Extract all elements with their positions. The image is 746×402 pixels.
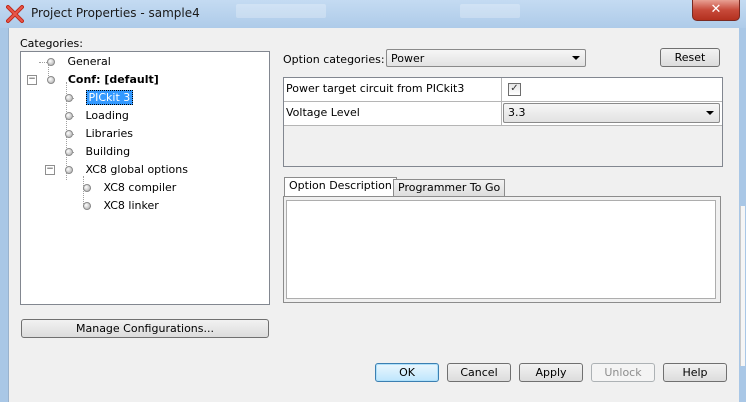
option-categories-label: Option categories:: [283, 53, 385, 66]
dialog-content: Categories: General − Conf: [default] PI…: [8, 28, 739, 402]
property-name: Power target circuit from PICkit3: [286, 82, 465, 95]
property-table: Power target circuit from PICkit3 ✓ Volt…: [283, 77, 723, 167]
option-description-text: [286, 200, 716, 299]
bullet-icon: [65, 148, 73, 156]
help-button[interactable]: Help: [663, 363, 727, 382]
tree-item-conf-default[interactable]: Conf: [default]: [47, 72, 159, 88]
tree-item-building[interactable]: Building: [65, 144, 130, 160]
categories-label: Categories:: [20, 37, 83, 50]
property-row-voltage-level: Voltage Level 3.3: [284, 102, 722, 126]
tree-item-label: General: [67, 55, 111, 68]
tree-item-xc8-global-options[interactable]: XC8 global options: [65, 162, 188, 178]
tree-item-label: XC8 linker: [103, 199, 159, 212]
tab-programmer-to-go[interactable]: Programmer To Go: [393, 179, 506, 197]
bullet-icon: [65, 130, 73, 138]
tree-item-label: Conf: [default]: [67, 73, 159, 86]
tree-item-label: Building: [85, 145, 131, 158]
title-bar: Project Properties - sample4 ✕: [0, 0, 746, 28]
bullet-icon: [65, 112, 73, 120]
bullet-icon: [65, 166, 73, 174]
option-categories-dropdown[interactable]: Power: [386, 49, 586, 67]
unlock-button[interactable]: Unlock: [591, 363, 655, 382]
bullet-icon: [83, 184, 91, 192]
tree-item-pickit3[interactable]: PICkit 3: [65, 90, 134, 106]
window-title: Project Properties - sample4: [31, 6, 200, 20]
app-icon: [6, 5, 24, 23]
tree-item-xc8-compiler[interactable]: XC8 compiler: [83, 180, 176, 196]
tree-item-label: Loading: [85, 109, 129, 122]
tree-item-libraries[interactable]: Libraries: [65, 126, 133, 142]
tree-item-label: PICkit 3: [85, 90, 134, 105]
voltage-level-dropdown[interactable]: 3.3: [503, 103, 720, 123]
tree-item-label: Libraries: [85, 127, 134, 140]
bullet-icon: [47, 58, 55, 66]
bullet-icon: [47, 76, 55, 84]
bullet-icon: [65, 94, 73, 102]
property-name: Voltage Level: [286, 106, 360, 119]
apply-button[interactable]: Apply: [519, 363, 583, 382]
background-window-ghost: [236, 4, 326, 18]
cancel-button[interactable]: Cancel: [447, 363, 511, 382]
bullet-icon: [83, 202, 91, 210]
close-button[interactable]: ✕: [692, 0, 740, 21]
tree-item-label: XC8 global options: [85, 163, 188, 176]
ok-button[interactable]: OK: [375, 363, 439, 382]
categories-tree[interactable]: General − Conf: [default] PICkit 3 Loadi…: [20, 51, 270, 305]
tree-item-general[interactable]: General: [47, 54, 111, 70]
tree-item-xc8-linker[interactable]: XC8 linker: [83, 198, 159, 214]
chevron-down-icon: [706, 111, 714, 115]
chevron-down-icon: [572, 56, 580, 60]
reset-button[interactable]: Reset: [660, 48, 720, 67]
manage-configurations-button[interactable]: Manage Configurations...: [21, 319, 269, 338]
voltage-level-value: 3.3: [508, 106, 526, 119]
tab-option-description[interactable]: Option Description: [284, 177, 397, 197]
property-row-power-target: Power target circuit from PICkit3 ✓: [284, 78, 722, 102]
collapse-icon[interactable]: −: [45, 165, 55, 175]
collapse-icon[interactable]: −: [27, 75, 37, 85]
background-window-ghost: [460, 4, 520, 18]
option-description-panel: [283, 196, 721, 303]
background-window-edge: [738, 28, 746, 402]
tree-item-loading[interactable]: Loading: [65, 108, 129, 124]
tree-item-label: XC8 compiler: [103, 181, 177, 194]
option-categories-value: Power: [391, 52, 425, 65]
power-target-checkbox[interactable]: ✓: [508, 83, 521, 96]
